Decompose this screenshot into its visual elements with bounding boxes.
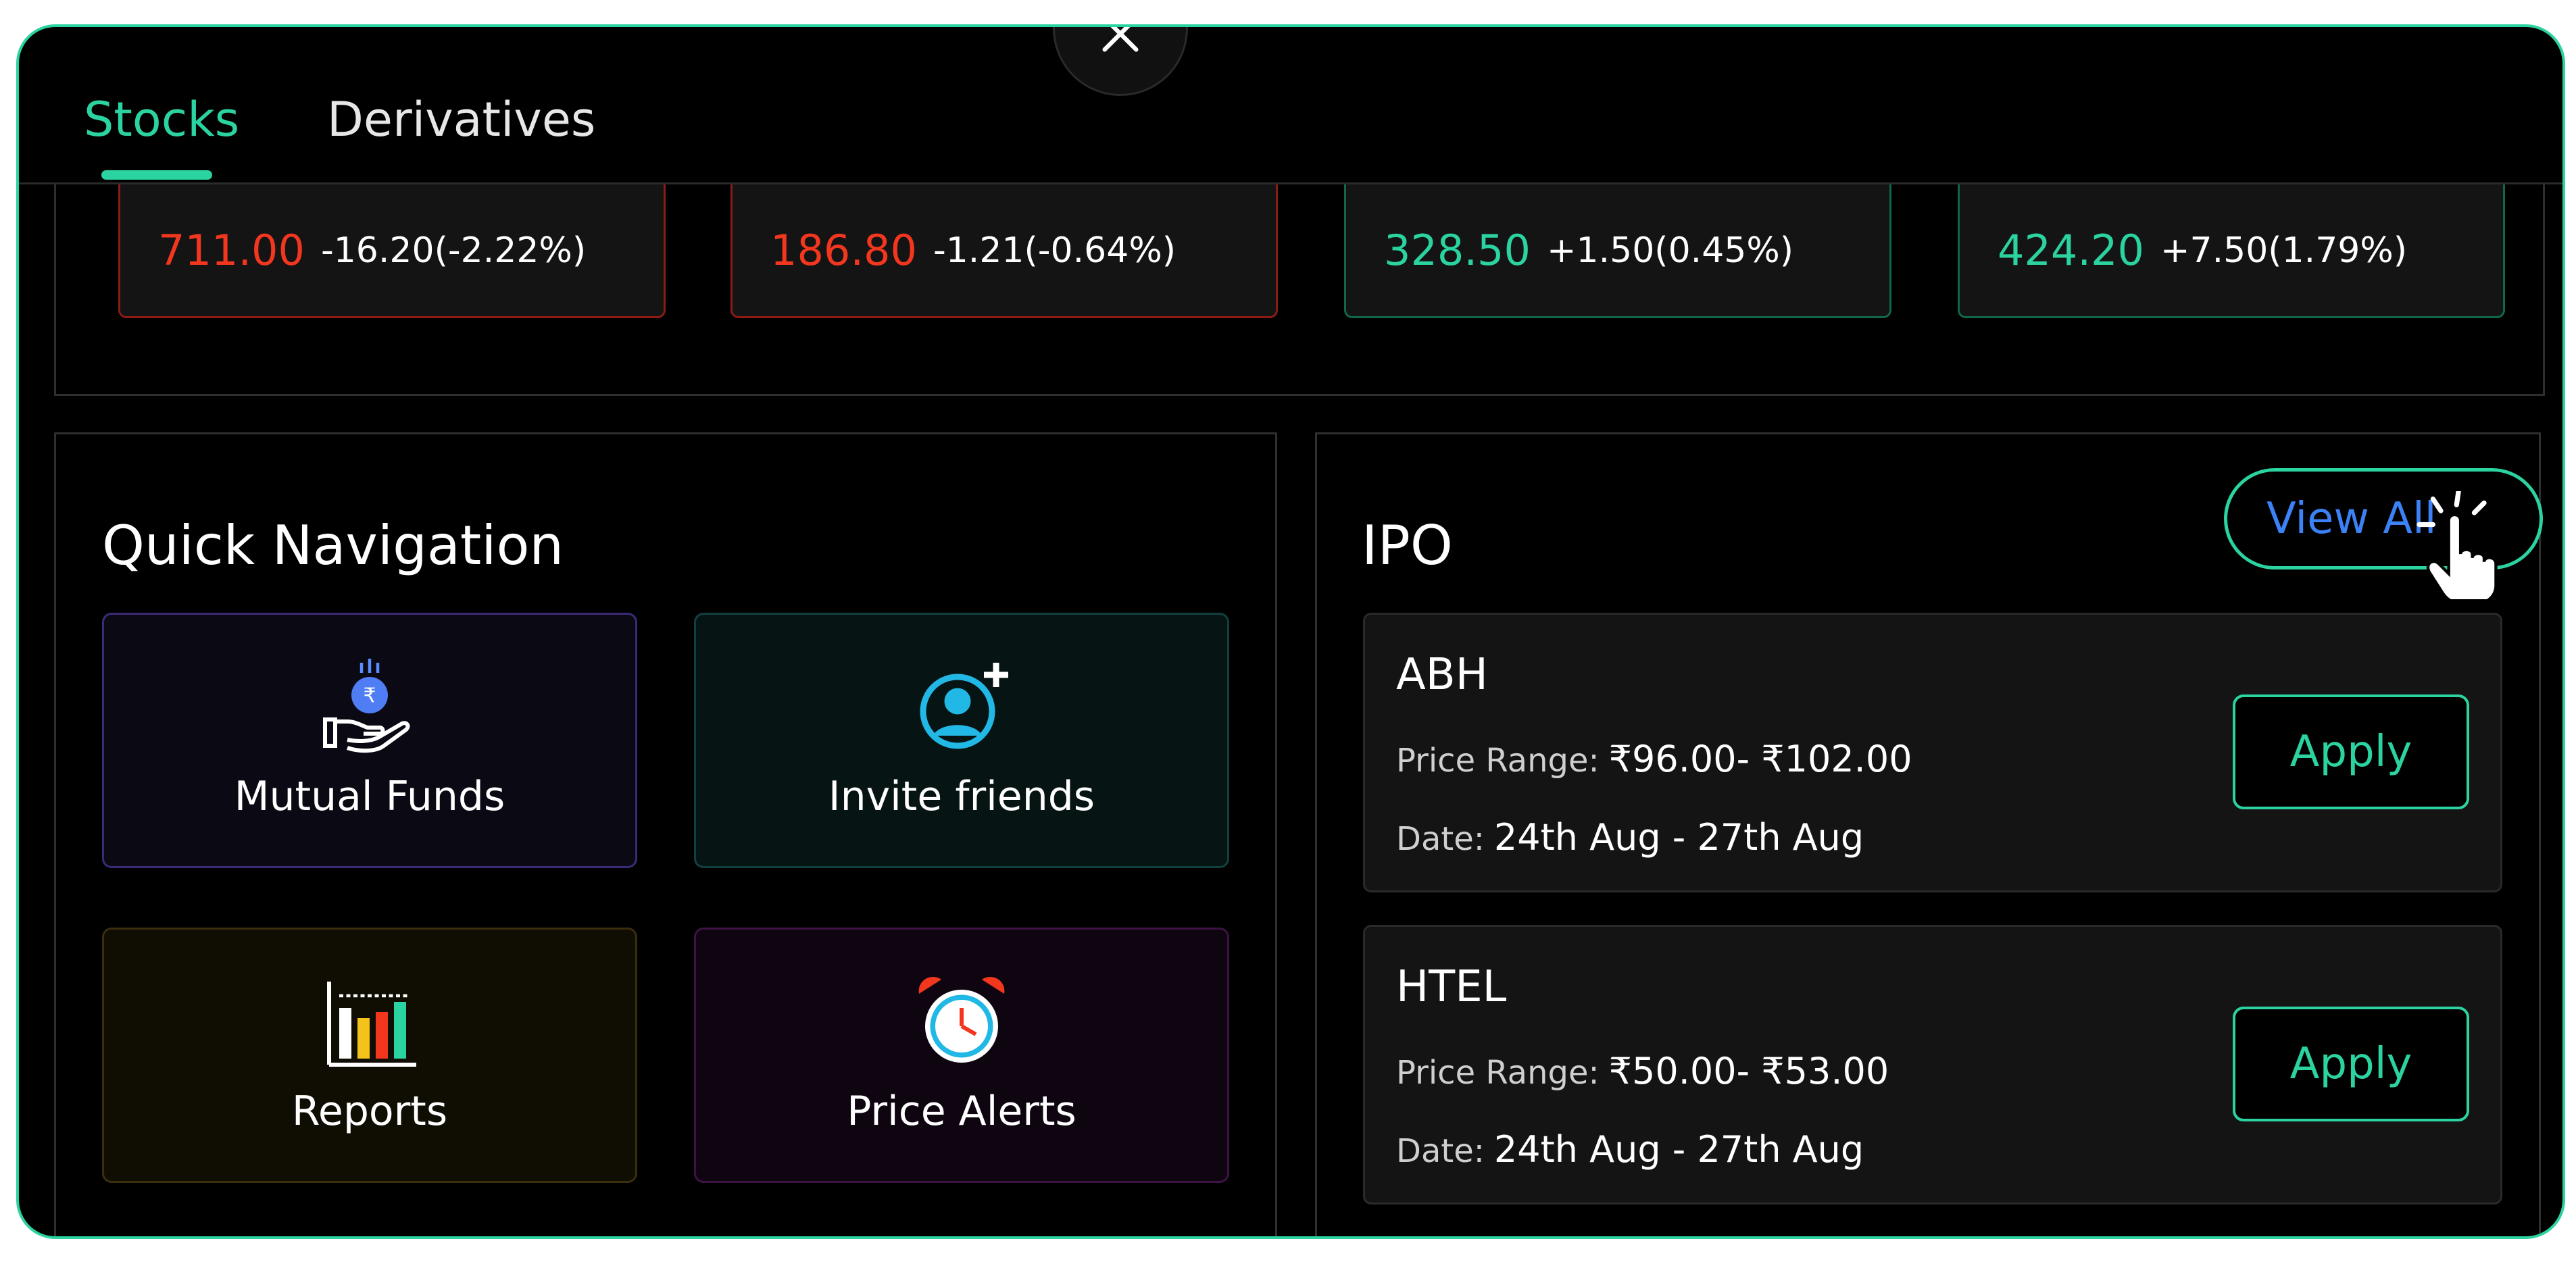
- mutual-funds-tile[interactable]: ₹ Mutual Funds: [102, 613, 637, 868]
- ticker-card[interactable]: 711.00 -16.20(-2.22%): [118, 184, 666, 318]
- price-range-label: Price Range:: [1396, 742, 1600, 780]
- svg-text:₹: ₹: [363, 684, 376, 708]
- apply-button[interactable]: Apply: [2233, 694, 2469, 809]
- ticker-strip: 711.00 -16.20(-2.22%) 186.80 -1.21(-0.64…: [54, 184, 2545, 396]
- tab-bar: Stocks Derivatives: [19, 27, 2562, 184]
- ipo-name: ABH: [1396, 650, 1488, 700]
- quick-navigation-title: Quick Navigation: [102, 514, 564, 577]
- ipo-card: HTEL Price Range: ₹50.00- ₹53.00 Date: 24t…: [1363, 925, 2502, 1205]
- price-range-row: Price Range: ₹50.00- ₹53.00: [1396, 1050, 1889, 1092]
- price-range-value: ₹50.00- ₹53.00: [1608, 1050, 1889, 1092]
- tile-label: Invite friends: [828, 773, 1095, 820]
- ipo-panel: IPO View All ABH Price Range: ₹96.00- ₹10…: [1315, 432, 2543, 1236]
- quick-navigation-panel: Quick Navigation ₹ Mutual Funds Invite f…: [54, 432, 1277, 1236]
- ticker-change: -16.20(-2.22%): [320, 230, 587, 271]
- price-range-row: Price Range: ₹96.00- ₹102.00: [1396, 738, 1912, 780]
- bar-report-icon: [327, 982, 416, 1067]
- price-range-value: ₹96.00- ₹102.00: [1608, 738, 1912, 780]
- tile-label: Price Alerts: [847, 1088, 1076, 1135]
- app-frame: Stocks Derivatives 711.00 -16.20(-2.22%)…: [16, 24, 2565, 1239]
- active-tab-indicator: [101, 170, 212, 180]
- ticker-price: 711.00: [158, 226, 305, 275]
- ticker-price: 186.80: [770, 226, 917, 275]
- alarm-clock-icon: [918, 976, 1005, 1063]
- add-user-icon: [920, 663, 1008, 749]
- ipo-card: ABH Price Range: ₹96.00- ₹102.00 Date: 24t…: [1363, 613, 2502, 892]
- ticker-card[interactable]: 424.20 +7.50(1.79%): [1958, 184, 2505, 318]
- price-alerts-tile[interactable]: Price Alerts: [694, 928, 1229, 1183]
- ipo-title: IPO: [1362, 514, 1453, 577]
- price-range-label: Price Range:: [1396, 1054, 1600, 1092]
- ticker-card[interactable]: 328.50 +1.50(0.45%): [1344, 184, 1891, 318]
- date-row: Date: 24th Aug - 27th Aug: [1396, 816, 1864, 859]
- date-label: Date:: [1396, 820, 1485, 858]
- invite-friends-tile[interactable]: Invite friends: [694, 613, 1229, 868]
- tab-derivatives[interactable]: Derivatives: [327, 92, 595, 147]
- apply-button[interactable]: Apply: [2233, 1007, 2469, 1121]
- tab-stocks[interactable]: Stocks: [84, 92, 239, 147]
- tile-label: Mutual Funds: [234, 773, 505, 820]
- ticker-price: 424.20: [1998, 226, 2144, 275]
- tile-label: Reports: [291, 1088, 448, 1135]
- rupee-hand-icon: ₹: [323, 659, 410, 753]
- pointer-hand-icon: [2417, 491, 2498, 599]
- ticker-change: -1.21(-0.64%): [933, 230, 1176, 271]
- ticker-card[interactable]: 186.80 -1.21(-0.64%): [730, 184, 1278, 318]
- date-row: Date: 24th Aug - 27th Aug: [1396, 1128, 1864, 1171]
- date-value: 24th Aug - 27th Aug: [1493, 1128, 1864, 1171]
- ticker-change: +7.50(1.79%): [2160, 230, 2408, 271]
- date-value: 24th Aug - 27th Aug: [1493, 816, 1864, 859]
- date-label: Date:: [1396, 1132, 1485, 1170]
- ticker-price: 328.50: [1384, 226, 1531, 275]
- reports-tile[interactable]: Reports: [102, 928, 637, 1183]
- ticker-change: +1.50(0.45%): [1546, 230, 1794, 271]
- ipo-name: HTEL: [1396, 962, 1507, 1012]
